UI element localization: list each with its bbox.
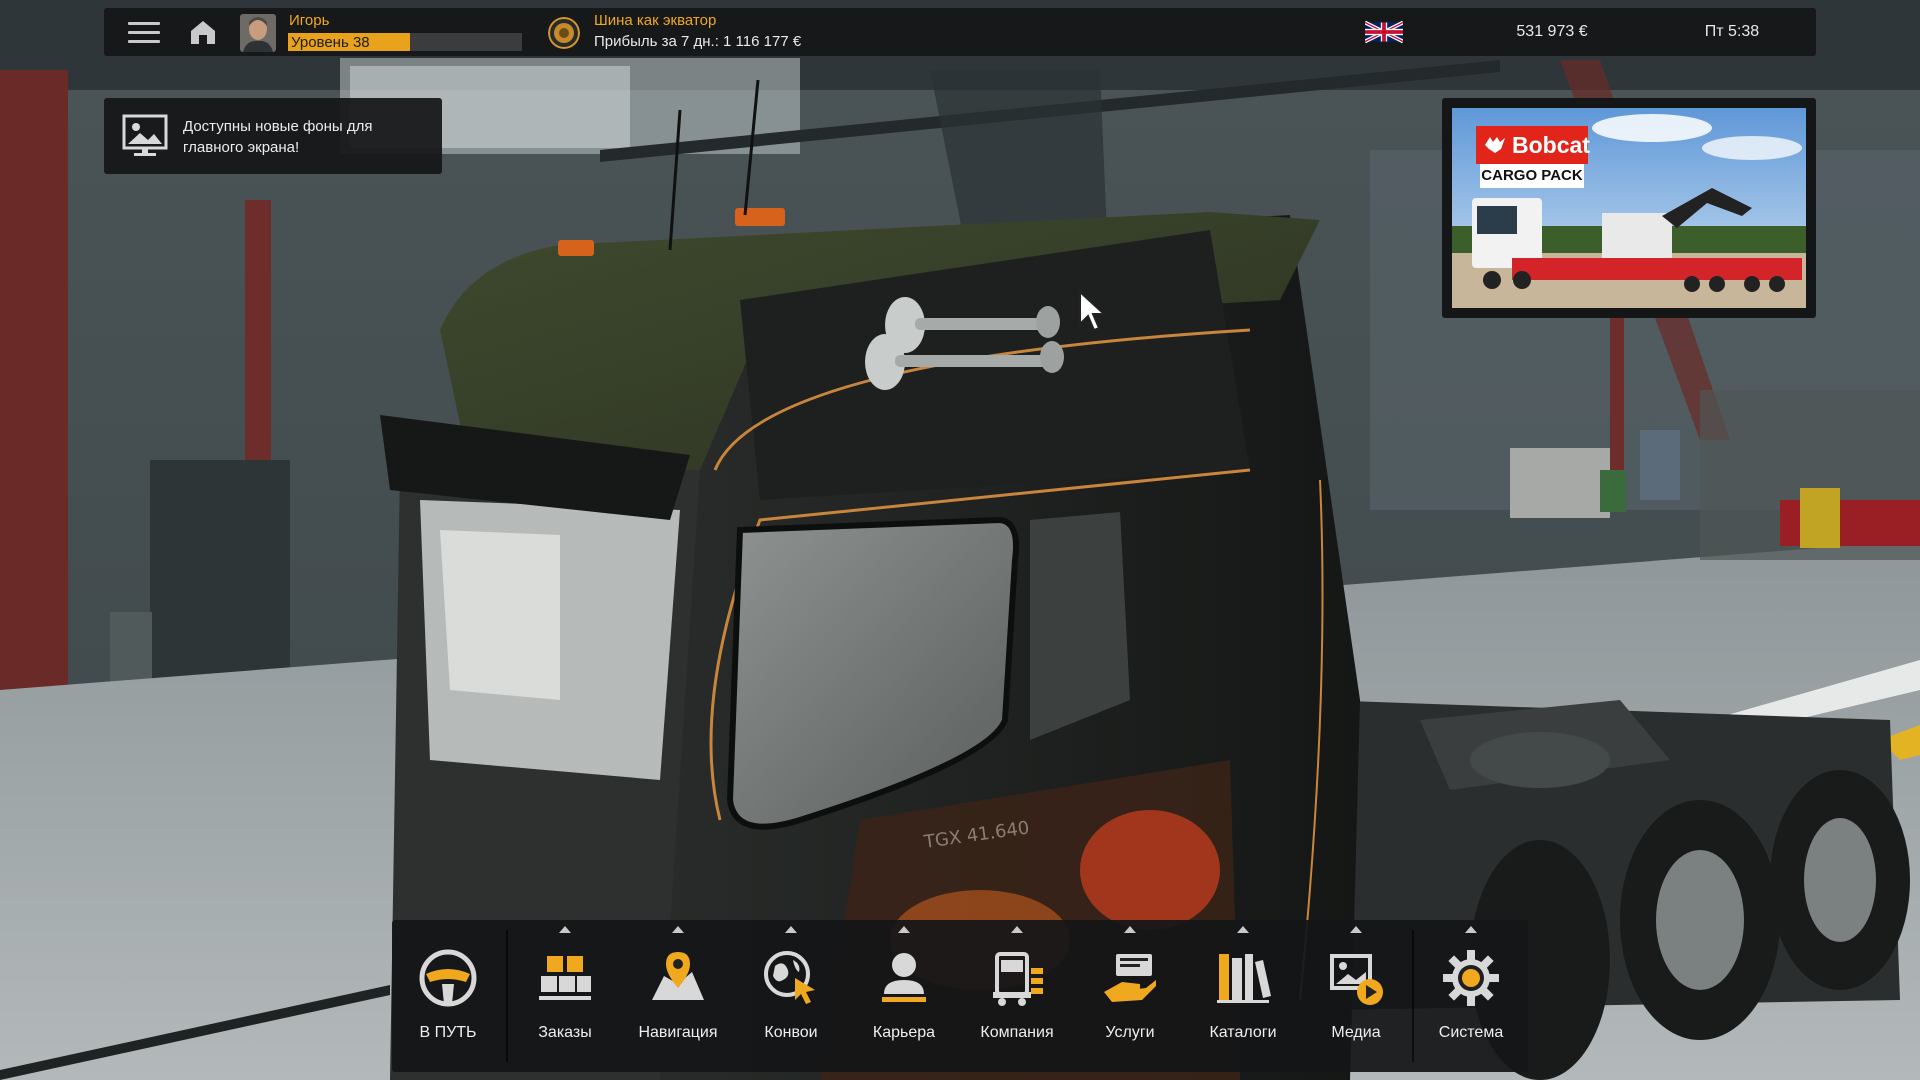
dock-label: Услуги — [1105, 1024, 1155, 1041]
dock-label: Конвои — [764, 1024, 818, 1041]
dock-item-convoy[interactable]: Конвои — [735, 920, 847, 1072]
bottom-menu-dock: В ПУТЬ Заказы Навигация Конвои Карьера К… — [392, 920, 1528, 1072]
caret-up-icon — [1350, 926, 1362, 933]
player-name[interactable]: Игорь — [289, 12, 329, 29]
gear-icon — [1443, 950, 1499, 1006]
dock-label: Каталоги — [1209, 1024, 1277, 1041]
truck-company-icon — [993, 952, 1043, 1006]
player-level: Уровень 38 — [291, 34, 370, 51]
caret-up-icon — [559, 926, 571, 933]
cargo-boxes-icon — [539, 956, 591, 1000]
person-icon — [882, 953, 926, 1002]
dock-label: В ПУТЬ — [419, 1024, 477, 1041]
caret-up-icon — [672, 926, 684, 933]
dock-item-company[interactable]: Компания — [961, 920, 1073, 1072]
dock-item-catalogs[interactable]: Каталоги — [1187, 920, 1299, 1072]
level-progress-bar: Уровень 38 — [288, 33, 522, 51]
uk-flag-icon[interactable] — [1365, 20, 1403, 44]
caret-up-icon — [1011, 926, 1023, 933]
company-profit: Прибыль за 7 дн.: 1 116 177 € — [594, 33, 802, 50]
service-icon — [1104, 954, 1156, 1002]
top-bar: Игорь Уровень 38 Шина как экватор Прибыл… — [104, 8, 1816, 56]
dock-separator — [506, 930, 508, 1062]
bobcat-logo-icon — [1485, 137, 1505, 153]
dock-item-jobs[interactable]: Заказы — [509, 920, 621, 1072]
dock-label: Компания — [980, 1024, 1054, 1041]
caret-up-icon — [785, 926, 797, 933]
player-avatar[interactable] — [240, 14, 276, 52]
game-clock: Пт 5:38 — [1704, 23, 1760, 40]
steering-wheel-icon — [419, 949, 477, 1007]
dock-separator — [1412, 930, 1414, 1062]
dock-item-career[interactable]: Карьера — [848, 920, 960, 1072]
ad-logo: Bobcat CARGO PACK — [1476, 126, 1590, 190]
caret-up-icon — [1465, 926, 1477, 933]
caret-up-icon — [1237, 926, 1249, 933]
dock-item-media[interactable]: Медиа — [1300, 920, 1412, 1072]
company-name[interactable]: Шина как экватор — [594, 12, 716, 29]
ad-subtitle: CARGO PACK — [1480, 164, 1584, 188]
wallpaper-icon — [122, 114, 168, 156]
media-icon — [1330, 954, 1383, 1005]
dock-item-services[interactable]: Услуги — [1074, 920, 1186, 1072]
dock-label: Система — [1438, 1024, 1504, 1041]
map-pin-icon — [652, 952, 704, 1000]
new-backgrounds-notification[interactable]: Доступны новые фоны для главного экрана! — [104, 98, 442, 174]
money-balance[interactable]: 531 973 € — [1492, 23, 1612, 41]
dock-item-system[interactable]: Система — [1415, 920, 1527, 1072]
mouse-cursor-icon — [1079, 290, 1107, 332]
hamburger-menu-icon[interactable] — [128, 20, 160, 44]
dock-label: Медиа — [1331, 1024, 1381, 1041]
caret-up-icon — [1124, 926, 1136, 933]
globe-cursor-icon — [764, 951, 815, 1004]
dock-label: Карьера — [872, 1024, 936, 1041]
dock-label: Навигация — [638, 1024, 718, 1041]
caret-up-icon — [898, 926, 910, 933]
dock-label: Заказы — [538, 1024, 592, 1041]
company-logo[interactable] — [548, 17, 580, 49]
dlc-advertisement[interactable]: Bobcat CARGO PACK — [1442, 98, 1816, 318]
home-icon[interactable] — [188, 18, 218, 46]
dock-item-navigation[interactable]: Навигация — [622, 920, 734, 1072]
catalog-books-icon — [1217, 954, 1271, 1003]
notification-text: Доступны новые фоны для главного экрана! — [183, 118, 373, 156]
dock-item-drive[interactable]: В ПУТЬ — [392, 920, 504, 1072]
